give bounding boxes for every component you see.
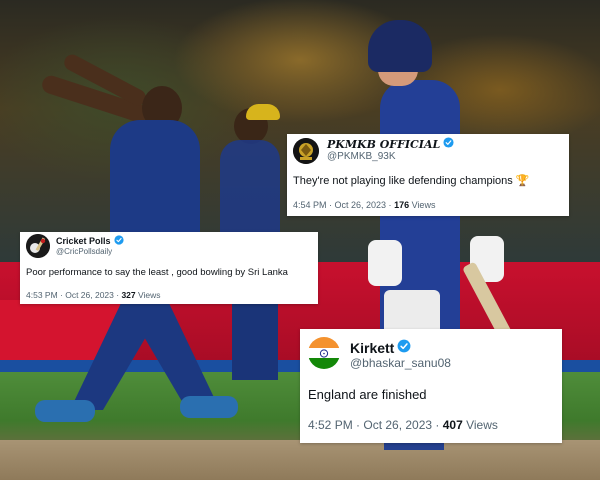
tweet-card[interactable]: PKMKB OFFICIAL @PKMKB_93K They're not pl… [287,134,569,216]
author-row: PKMKB OFFICIAL [327,137,454,151]
tweet-text-body: They're not playing like defending champ… [293,175,513,187]
author-handle[interactable]: @PKMKB_93K [327,151,396,162]
tweet-card[interactable]: Cricket Polls @CricPollsdaily Poor perfo… [20,232,318,304]
cricket-polls-logo-icon[interactable] [26,234,50,258]
views-count: 407 [442,418,463,432]
tweet-meta: 4:52 PM · Oct 26, 2023 · 407 Views [308,418,498,432]
tweet-text: England are finished [308,387,427,402]
tweet-text: Poor performance to say the least , good… [26,267,288,278]
author-row: Kirkett [350,339,411,356]
views-label: Views [462,418,498,432]
tweet-timestamp[interactable]: 4:52 PM · Oct 26, 2023 · [308,418,443,432]
author-name[interactable]: Cricket Polls [56,236,111,246]
cricket-pitch [0,440,600,480]
pkmkb-logo-icon[interactable] [293,138,319,164]
author-handle[interactable]: @bhaskar_sanu08 [350,356,451,370]
tweet-meta: 4:54 PM · Oct 26, 2023 · 176 Views [293,200,435,210]
author-row: Cricket Polls [56,235,124,247]
trophy-icon: 🏆 [515,175,530,187]
author-name[interactable]: PKMKB OFFICIAL [327,138,440,151]
views-label: Views [409,200,436,210]
tweet-timestamp[interactable]: 4:54 PM · Oct 26, 2023 · [293,200,394,210]
verified-badge-icon [113,235,124,247]
india-flag-icon[interactable] [308,337,340,369]
author-handle[interactable]: @CricPollsdaily [56,247,112,256]
verified-badge-icon [397,339,411,356]
tweet-meta: 4:53 PM · Oct 26, 2023 · 327 Views [26,290,161,300]
tweet-card[interactable]: Kirkett @bhaskar_sanu08 England are fini… [300,329,562,443]
verified-badge-icon [443,137,454,151]
views-label: Views [135,290,161,300]
views-count: 327 [121,290,136,300]
tweet-text: They're not playing like defending champ… [293,174,530,187]
views-count: 176 [394,200,410,210]
author-name[interactable]: Kirkett [350,340,394,356]
tweet-timestamp[interactable]: 4:53 PM · Oct 26, 2023 · [26,290,121,300]
